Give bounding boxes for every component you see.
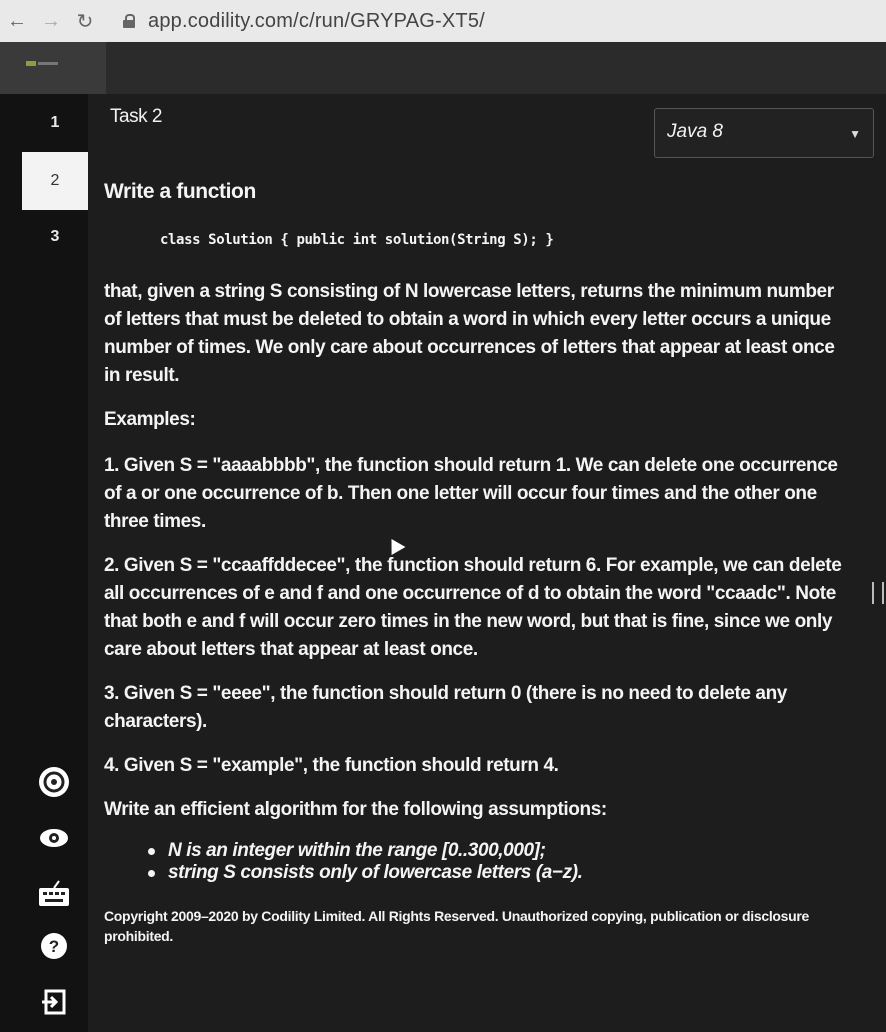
assumptions-heading: Write an efficient algorithm for the fol… — [104, 799, 607, 820]
help-glyph: ? — [49, 937, 59, 956]
task-description: Write a function class Solution { public… — [104, 178, 844, 946]
tab-task-1[interactable]: 1 — [22, 114, 88, 132]
tab-task-2[interactable]: 2 — [22, 152, 88, 210]
description-paragraph: that, given a string S consisting of N l… — [104, 281, 835, 386]
copyright-notice: Copyright 2009–2020 by Codility Limited.… — [104, 908, 810, 944]
description-heading: Write a function — [104, 180, 256, 203]
example-2: 2. Given S = "ccaaffddecee", the functio… — [104, 555, 842, 660]
language-select-value: Java 8 — [667, 121, 723, 142]
app-header — [0, 42, 886, 94]
assumption-item: string S consists only of lowercase lett… — [144, 862, 844, 884]
help-icon[interactable]: ? — [36, 928, 72, 964]
scrollbar-handle[interactable] — [872, 582, 884, 604]
tab-task-3[interactable]: 3 — [22, 228, 88, 246]
logo-mark — [26, 61, 58, 66]
address-bar[interactable]: app.codility.com/c/run/GRYPAG-XT5/ — [148, 10, 485, 33]
browser-toolbar: ← → ↻ app.codility.com/c/run/GRYPAG-XT5/ — [0, 0, 886, 42]
exit-icon[interactable] — [36, 984, 72, 1020]
assumption-item: N is an integer within the range [0..300… — [144, 840, 844, 862]
keyboard-icon[interactable] — [36, 876, 72, 912]
eye-icon[interactable] — [36, 820, 72, 856]
assumptions-list: N is an integer within the range [0..300… — [144, 840, 844, 884]
example-4: 4. Given S = "example", the function sho… — [104, 755, 559, 776]
settings-icon[interactable] — [36, 764, 72, 800]
example-3: 3. Given S = "eeee", the function should… — [104, 683, 787, 732]
example-1: 1. Given S = "aaaabbbb", the function sh… — [104, 455, 838, 532]
reload-icon[interactable]: ↻ — [68, 9, 102, 34]
lock-icon — [122, 14, 136, 28]
language-select[interactable]: Java 8 ▼ — [654, 108, 874, 158]
code-signature: class Solution { public int solution(Str… — [160, 232, 554, 248]
back-arrow-icon[interactable]: ← — [0, 10, 34, 33]
company-logo — [0, 42, 106, 94]
forward-arrow-icon[interactable]: → — [34, 10, 68, 33]
task-title: Task 2 — [110, 106, 162, 127]
caret-down-icon: ▼ — [849, 127, 861, 141]
examples-heading: Examples: — [104, 409, 196, 430]
